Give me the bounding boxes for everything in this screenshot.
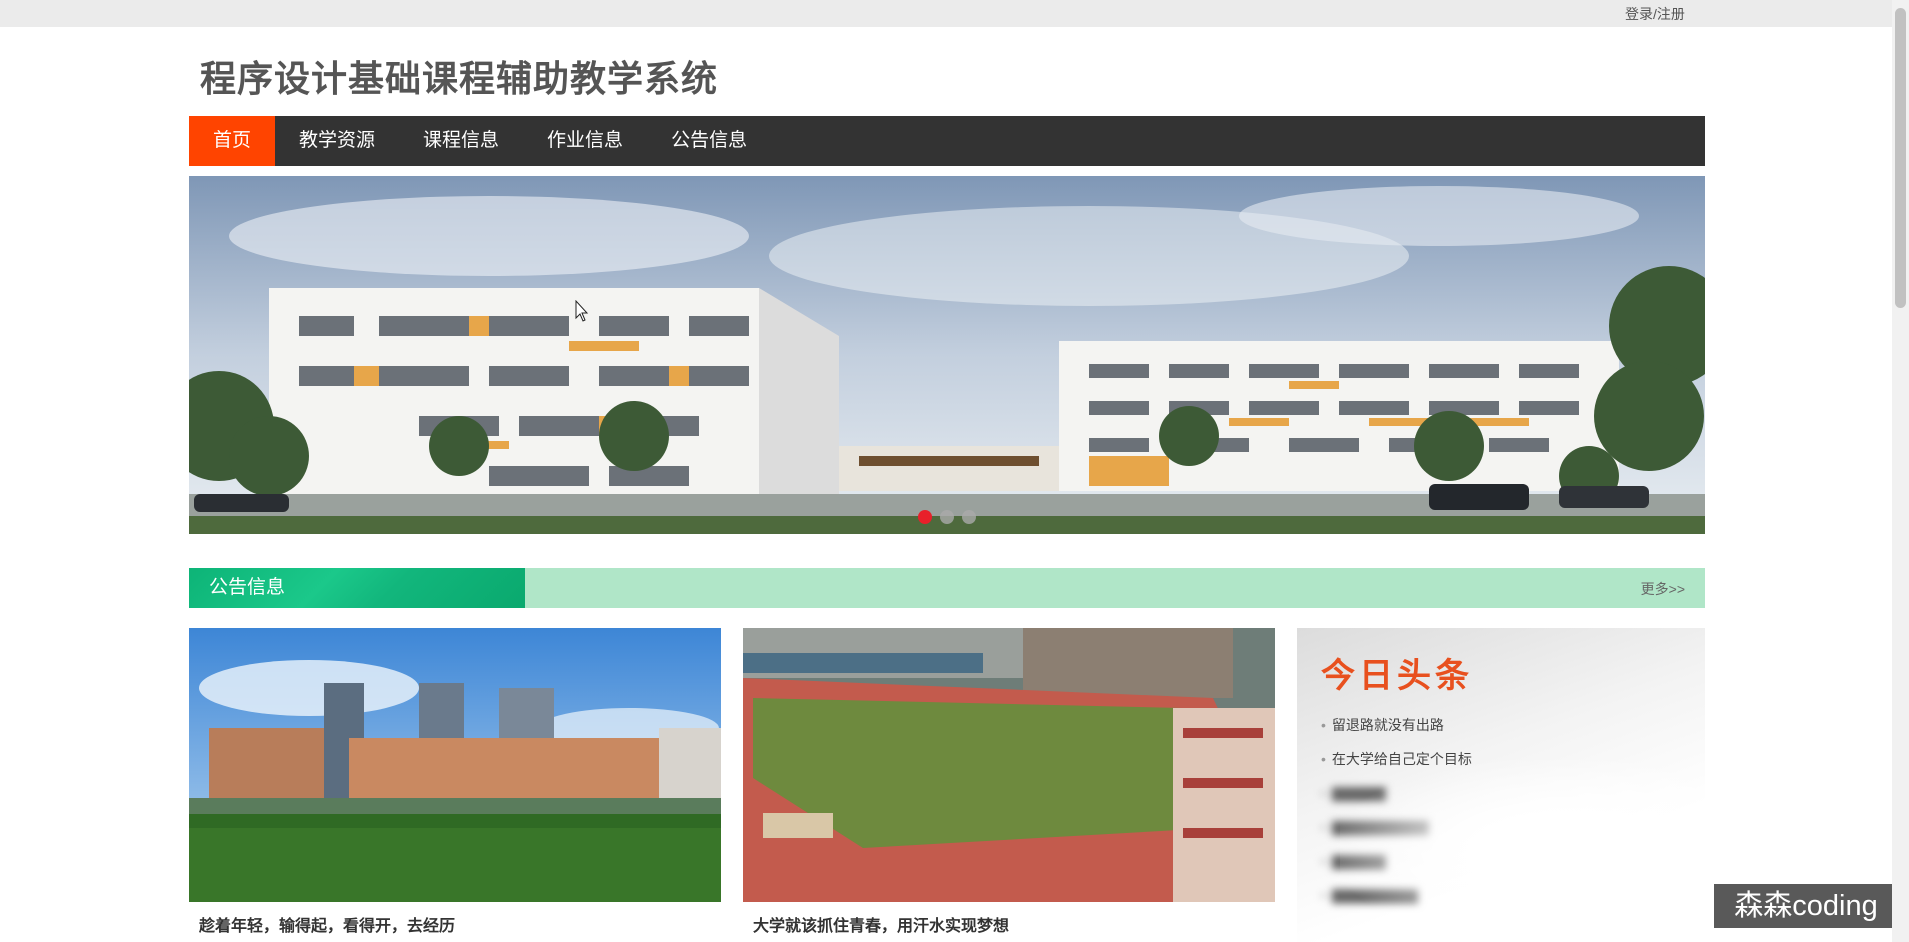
login-register-link[interactable]: 登录/注册 <box>1625 4 1685 24</box>
main-nav: 首页 教学资源 课程信息 作业信息 公告信息 <box>189 116 1705 166</box>
site-title: 程序设计基础课程辅助教学系统 <box>200 58 719 99</box>
sports-field-image <box>743 628 1275 902</box>
news-card[interactable]: 趁着年轻，输得起，看得开，去经历 <box>189 628 721 936</box>
carousel-dot-2[interactable] <box>940 510 954 524</box>
news-caption[interactable]: 趁着年轻，输得起，看得开，去经历 <box>189 912 721 936</box>
nav-item-resources[interactable]: 教学资源 <box>275 116 399 166</box>
carousel-dots <box>918 510 976 524</box>
scrollbar-thumb[interactable] <box>1895 8 1906 308</box>
campus-building-image <box>189 628 721 902</box>
news-card[interactable]: 大学就该抓住青春，用汗水实现梦想 <box>743 628 1275 936</box>
more-link[interactable]: 更多>> <box>1641 579 1685 599</box>
page-scrollbar[interactable] <box>1892 0 1909 942</box>
nav-item-homework[interactable]: 作业信息 <box>523 116 647 166</box>
video-watermark: 森森coding <box>1714 884 1898 928</box>
mouse-cursor-icon <box>575 300 589 322</box>
banner-carousel[interactable] <box>189 176 1705 534</box>
banner-school-image <box>189 176 1705 534</box>
nav-item-courses[interactable]: 课程信息 <box>399 116 523 166</box>
nav-item-home[interactable]: 首页 <box>189 116 276 166</box>
headlines-title: 今日头条 <box>1321 656 1473 696</box>
top-bar: 登录/注册 <box>0 0 1909 27</box>
notice-section-title: 公告信息 <box>189 568 525 608</box>
notice-section-header: 公告信息 更多>> <box>189 568 1705 608</box>
news-caption[interactable]: 大学就该抓住青春，用汗水实现梦想 <box>743 912 1275 936</box>
carousel-dot-1[interactable] <box>918 510 932 524</box>
headline-item[interactable]: • 留退路就没有出路 <box>1321 708 1472 742</box>
carousel-dot-3[interactable] <box>962 510 976 524</box>
nav-item-notices[interactable]: 公告信息 <box>647 116 771 166</box>
